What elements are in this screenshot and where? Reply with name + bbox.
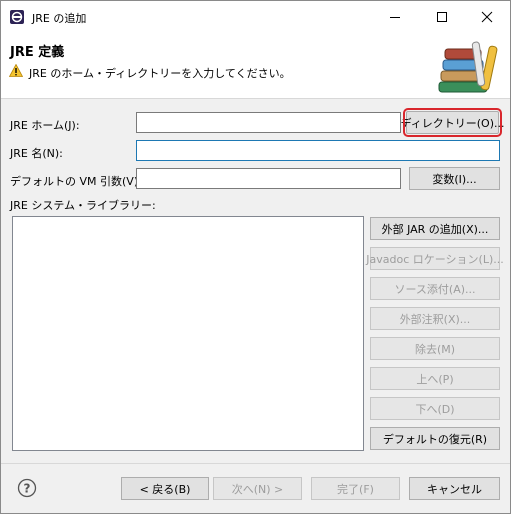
jre-home-label: JRE ホーム(J):	[10, 119, 80, 132]
library-books-icon	[438, 41, 498, 93]
jre-name-input[interactable]	[136, 140, 500, 161]
cancel-button[interactable]: キャンセル	[409, 477, 500, 500]
jre-home-input[interactable]	[136, 112, 401, 133]
directory-button[interactable]: ディレクトリー(O)...	[401, 108, 504, 137]
system-libraries-list[interactable]	[12, 216, 364, 451]
header-message: JRE のホーム・ディレクトリーを入力してください。	[29, 67, 291, 80]
down-button[interactable]: 下へ(D)	[370, 397, 500, 420]
maximize-button[interactable]	[419, 1, 465, 32]
dialog-banner: JRE 定義 JRE のホーム・ディレクトリーを入力してください。	[1, 32, 510, 99]
svg-text:?: ?	[24, 482, 31, 496]
external-annotations-button[interactable]: 外部注釈(X)...	[370, 307, 500, 330]
title-bar[interactable]: JRE の追加	[1, 1, 510, 32]
vm-args-label: デフォルトの VM 引数(V):	[10, 175, 142, 188]
minimize-icon	[390, 16, 400, 18]
help-icon[interactable]: ?	[17, 478, 37, 498]
next-button[interactable]: 次へ(N) >	[213, 477, 302, 500]
restore-default-button[interactable]: デフォルトの復元(R)	[370, 427, 500, 450]
back-button[interactable]: < 戻る(B)	[121, 477, 209, 500]
jre-name-label: JRE 名(N):	[10, 147, 63, 160]
maximize-icon	[437, 11, 447, 22]
warning-icon	[9, 64, 23, 77]
eclipse-app-icon	[10, 10, 24, 24]
add-jre-dialog: JRE の追加 JRE 定義 JRE のホーム・ディレクトリーを入力してください…	[0, 0, 511, 514]
close-icon	[481, 11, 493, 22]
variables-button[interactable]: 変数(I)...	[409, 167, 500, 190]
system-libraries-label: JRE システム・ライブラリー:	[10, 199, 156, 212]
page-title: JRE 定義	[10, 45, 65, 60]
remove-button[interactable]: 除去(M)	[370, 337, 500, 360]
up-button[interactable]: 上へ(P)	[370, 367, 500, 390]
footer-separator	[1, 463, 510, 464]
vm-args-input[interactable]	[136, 168, 401, 189]
finish-button[interactable]: 完了(F)	[311, 477, 400, 500]
javadoc-location-button[interactable]: Javadoc ロケーション(L)...	[366, 247, 504, 270]
source-attachment-button[interactable]: ソース添付(A)...	[370, 277, 500, 300]
close-button[interactable]	[464, 1, 510, 32]
minimize-button[interactable]	[372, 1, 418, 32]
add-external-jar-button[interactable]: 外部 JAR の追加(X)...	[370, 217, 500, 240]
window-title: JRE の追加	[32, 12, 87, 25]
